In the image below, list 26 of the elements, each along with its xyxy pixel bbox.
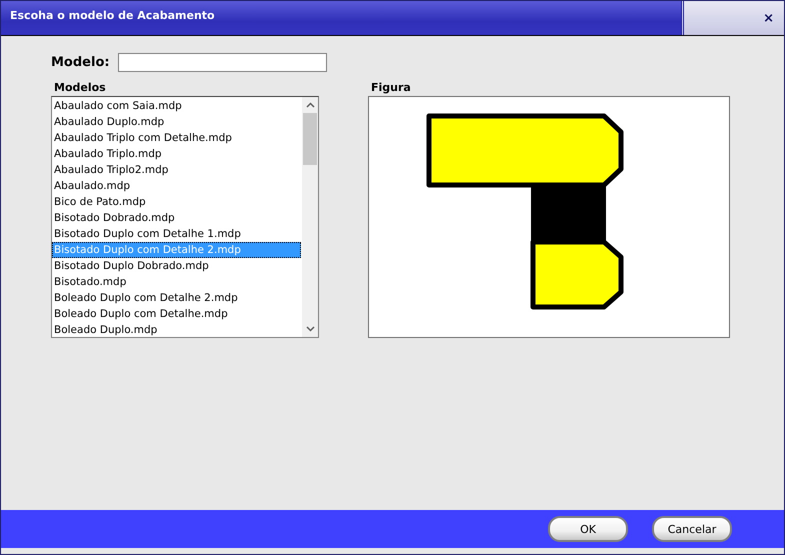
scroll-thumb[interactable] — [303, 113, 317, 165]
cancel-button[interactable]: Cancelar — [652, 516, 732, 542]
scroll-up-icon[interactable] — [306, 102, 314, 108]
ok-button[interactable]: OK — [548, 516, 628, 542]
list-item[interactable]: Bisotado Duplo Dobrado.mdp — [52, 258, 301, 274]
list-item[interactable]: Boleado Duplo.mdp — [52, 322, 301, 338]
section-label: Modelos — [54, 81, 107, 94]
list-item[interactable]: Boleado Duplo com Detalhe.mdp — [52, 306, 301, 322]
list-item[interactable]: Abaulado Triplo com Detalhe.mdp — [52, 130, 301, 146]
close-button[interactable]: × — [763, 10, 784, 26]
window-title: Escoha o modelo de Acabamento — [9, 8, 216, 24]
list-item[interactable]: Abaulado.mdp — [52, 178, 301, 194]
scrollbar[interactable] — [302, 97, 318, 337]
section-label: Figura — [371, 81, 412, 94]
scroll-down-icon[interactable] — [306, 326, 314, 332]
input-field[interactable] — [118, 53, 327, 72]
list-item[interactable]: Abaulado Triplo2.mdp — [52, 162, 301, 178]
list-item[interactable]: Bico de Pato.mdp — [52, 194, 301, 210]
field-label: Modelo: — [51, 55, 110, 70]
list-item[interactable]: Bisotado Dobrado.mdp — [52, 210, 301, 226]
list-item[interactable]: Abaulado com Saia.mdp — [52, 98, 301, 114]
list-item[interactable]: Abaulado Triplo.mdp — [52, 146, 301, 162]
list-item[interactable]: Boleado Duplo com Detalhe 2.mdp — [52, 290, 301, 306]
list-item[interactable]: Bisotado.mdp — [52, 274, 301, 290]
list-item[interactable]: Abaulado Duplo.mdp — [52, 114, 301, 130]
list-item[interactable]: Bisotado Duplo com Detalhe 1.mdp — [52, 226, 301, 242]
